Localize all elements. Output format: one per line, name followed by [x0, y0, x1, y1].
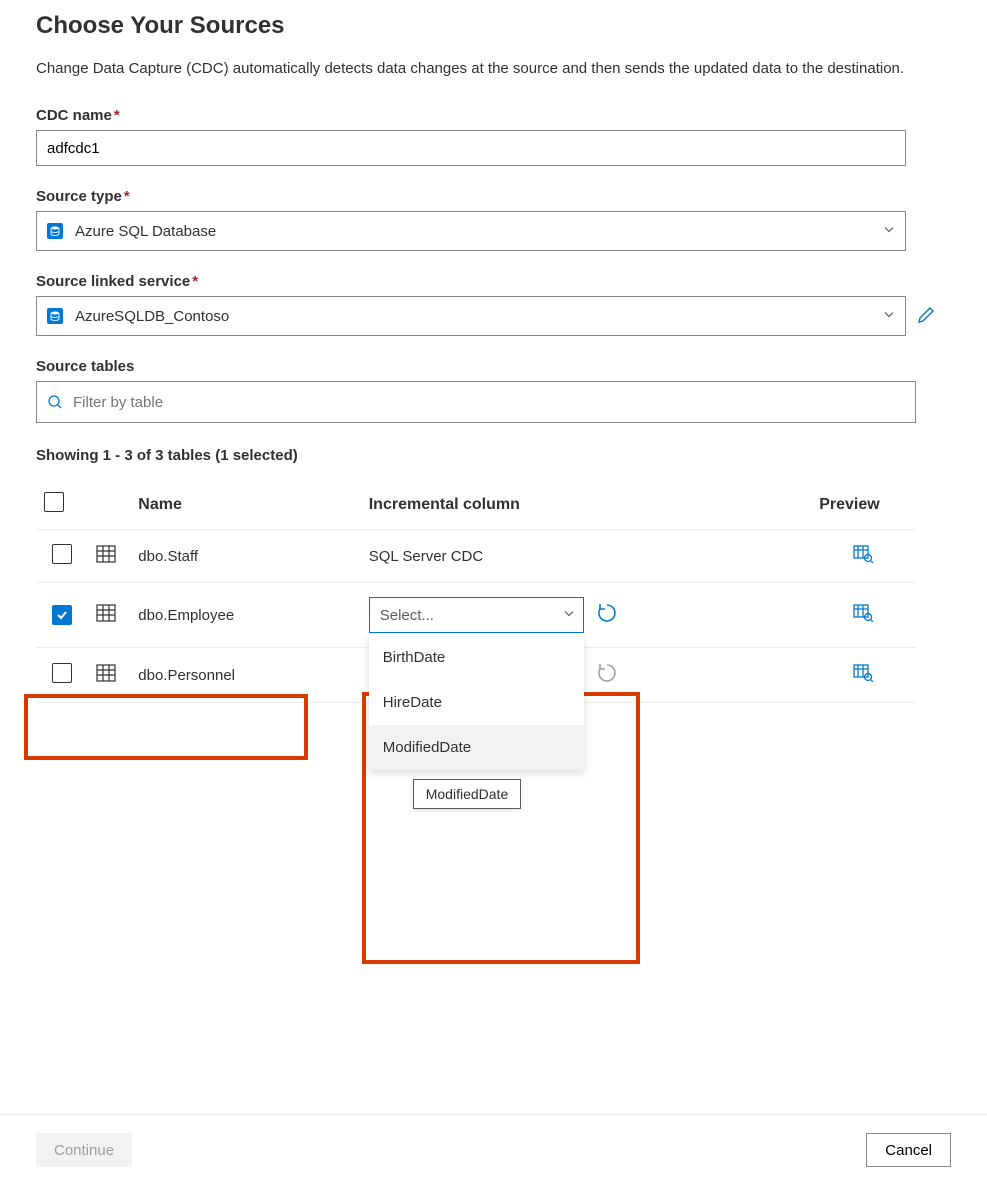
database-icon — [47, 223, 63, 239]
source-type-value: Azure SQL Database — [75, 223, 216, 240]
page-description: Change Data Capture (CDC) automatically … — [36, 58, 951, 79]
table-row: dbo.Employee Select... BirthDate HireDat… — [36, 583, 916, 648]
column-header-preview: Preview — [811, 480, 916, 530]
column-header-name: Name — [130, 480, 360, 530]
chevron-down-icon — [883, 308, 895, 325]
row-checkbox[interactable] — [52, 544, 72, 564]
incremental-dropdown: BirthDate HireDate ModifiedDate — [369, 635, 584, 770]
cancel-button[interactable]: Cancel — [866, 1133, 951, 1167]
table-icon — [96, 609, 116, 626]
cdc-name-input[interactable] — [36, 130, 906, 166]
row-checkbox[interactable] — [52, 663, 72, 683]
table-icon — [96, 550, 116, 567]
showing-count: Showing 1 - 3 of 3 tables (1 selected) — [36, 447, 951, 464]
incremental-value: SQL Server CDC — [361, 530, 811, 583]
row-checkbox[interactable] — [52, 605, 72, 625]
chevron-down-icon — [563, 607, 575, 624]
dropdown-option[interactable]: ModifiedDate — [369, 725, 584, 770]
annotation-highlight — [24, 694, 308, 760]
database-icon — [47, 308, 63, 324]
incremental-column-select[interactable]: Select... — [369, 597, 584, 633]
chevron-down-icon — [883, 223, 895, 240]
page-title: Choose Your Sources — [36, 12, 951, 40]
table-name: dbo.Personnel — [130, 648, 360, 703]
tooltip: ModifiedDate — [413, 779, 522, 809]
footer-bar: Continue Cancel — [0, 1114, 987, 1167]
dropdown-option[interactable]: HireDate — [369, 680, 584, 725]
refresh-icon[interactable] — [596, 662, 618, 688]
linked-service-select[interactable]: AzureSQLDB_Contoso — [36, 296, 906, 336]
continue-button[interactable]: Continue — [36, 1133, 132, 1167]
source-tables-grid: Name Incremental column Preview dbo.Staf… — [36, 480, 916, 703]
preview-icon[interactable] — [853, 669, 875, 686]
select-placeholder: Select... — [380, 607, 434, 624]
column-header-incremental: Incremental column — [361, 480, 811, 530]
filter-input-wrap[interactable] — [36, 381, 916, 423]
table-name: dbo.Employee — [130, 583, 360, 648]
filter-input[interactable] — [71, 393, 905, 412]
table-name: dbo.Staff — [130, 530, 360, 583]
linked-service-label: Source linked service* — [36, 273, 951, 290]
select-all-checkbox[interactable] — [44, 492, 64, 512]
refresh-icon[interactable] — [596, 602, 618, 628]
source-type-label: Source type* — [36, 188, 951, 205]
linked-service-value: AzureSQLDB_Contoso — [75, 308, 229, 325]
source-tables-label: Source tables — [36, 358, 951, 375]
dropdown-option[interactable]: BirthDate — [369, 635, 584, 680]
edit-icon[interactable] — [916, 305, 936, 328]
preview-icon[interactable] — [853, 550, 875, 567]
cdc-name-label: CDC name* — [36, 107, 951, 124]
table-icon — [96, 669, 116, 686]
source-type-select[interactable]: Azure SQL Database — [36, 211, 906, 251]
preview-icon[interactable] — [853, 609, 875, 626]
table-row: dbo.Staff SQL Server CDC — [36, 530, 916, 583]
search-icon — [47, 394, 63, 410]
